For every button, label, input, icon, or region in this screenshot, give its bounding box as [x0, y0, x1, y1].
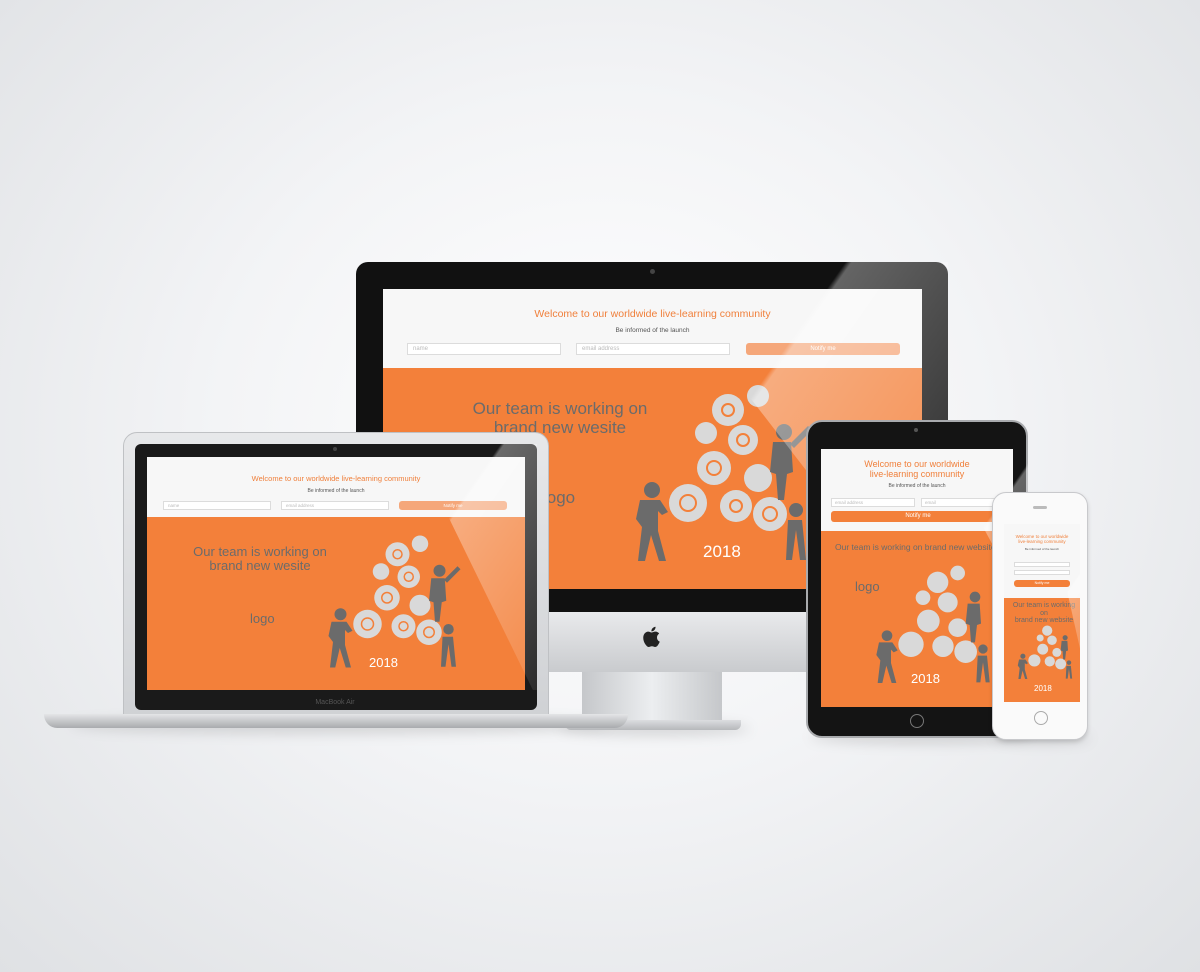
macbook-name-input[interactable]: name [163, 501, 271, 510]
ipad-screen: Welcome to our worldwide live-learning c… [821, 449, 1013, 707]
macbook-screen: Welcome to our worldwide live-learning c… [147, 457, 525, 690]
iphone-screen: Welcome to our worldwide live-learning c… [1004, 524, 1080, 702]
iphone-gears-illustration [1017, 625, 1073, 679]
imac-email-input[interactable]: email address [576, 343, 730, 355]
ipad-welcome-line2: live-learning community [869, 469, 965, 479]
macbook-brand-label: MacBook Air [315, 699, 355, 706]
ipad-hero-heading: Our team is working on brand new website [835, 542, 996, 552]
ipad-camera [914, 428, 918, 432]
macbook-signup-section: Welcome to our worldwide live-learning c… [147, 457, 525, 517]
iphone-email-input[interactable] [1014, 570, 1070, 575]
ipad-informed-text: Be informed of the launch [888, 483, 946, 489]
imac-welcome-title: Welcome to our worldwide live-learning c… [534, 308, 771, 320]
imac-name-input[interactable]: name [407, 343, 561, 355]
iphone-informed-text: Be informed of the launch [1024, 547, 1060, 551]
ipad-home-button[interactable] [910, 714, 924, 728]
macbook-hero-heading: Our team is working on brand new wesite [185, 544, 335, 574]
macbook-base [44, 714, 628, 728]
macbook-logo-text: logo [250, 611, 275, 626]
ipad-signup-section: Welcome to our worldwide live-learning c… [821, 449, 1013, 531]
macbook-heading-line2: brand new wesite [209, 558, 311, 574]
apple-logo-icon [643, 626, 660, 647]
macbook-heading-line1: Our team is working on [193, 544, 327, 559]
iphone-name-input[interactable] [1014, 562, 1070, 567]
macbook-notify-button[interactable]: Notify me [399, 501, 507, 510]
macbook-welcome-title: Welcome to our worldwide live-learning c… [251, 474, 421, 483]
iphone-signup-section: Welcome to our worldwide live-learning c… [1004, 524, 1080, 598]
macbook-email-input[interactable]: email address [281, 501, 389, 510]
iphone-notify-button[interactable]: Notify me [1014, 580, 1070, 587]
iphone-home-button[interactable] [1034, 711, 1048, 725]
imac-camera [650, 269, 655, 274]
imac-signup-section: Welcome to our worldwide live-learning c… [383, 289, 922, 368]
ipad-name-input[interactable]: email address [831, 498, 915, 507]
ipad-hero-section: Our team is working on brand new website… [821, 531, 1013, 707]
iphone-heading-line1: Our team is working on [1012, 602, 1076, 617]
macbook-hero-section: Our team is working on brand new wesite … [147, 517, 525, 690]
imac-gears-illustration [636, 385, 812, 561]
ipad-notify-button[interactable]: Notify me [831, 511, 1005, 522]
macbook-gears-illustration [328, 535, 461, 668]
iphone-hero-section: Our team is working on brand new website… [1004, 598, 1080, 702]
macbook-camera [333, 447, 337, 451]
ipad-welcome-line1: Welcome to our worldwide [864, 459, 970, 469]
ipad-gears-illustration [876, 565, 990, 683]
iphone-speaker [1033, 506, 1047, 509]
imac-notify-button[interactable]: Notify me [746, 343, 900, 355]
iphone-welcome-line2: live-learning community [1018, 539, 1066, 544]
imac-informed-text: Be informed of the launch [615, 327, 690, 334]
macbook-informed-text: Be informed of the launch [307, 488, 365, 494]
